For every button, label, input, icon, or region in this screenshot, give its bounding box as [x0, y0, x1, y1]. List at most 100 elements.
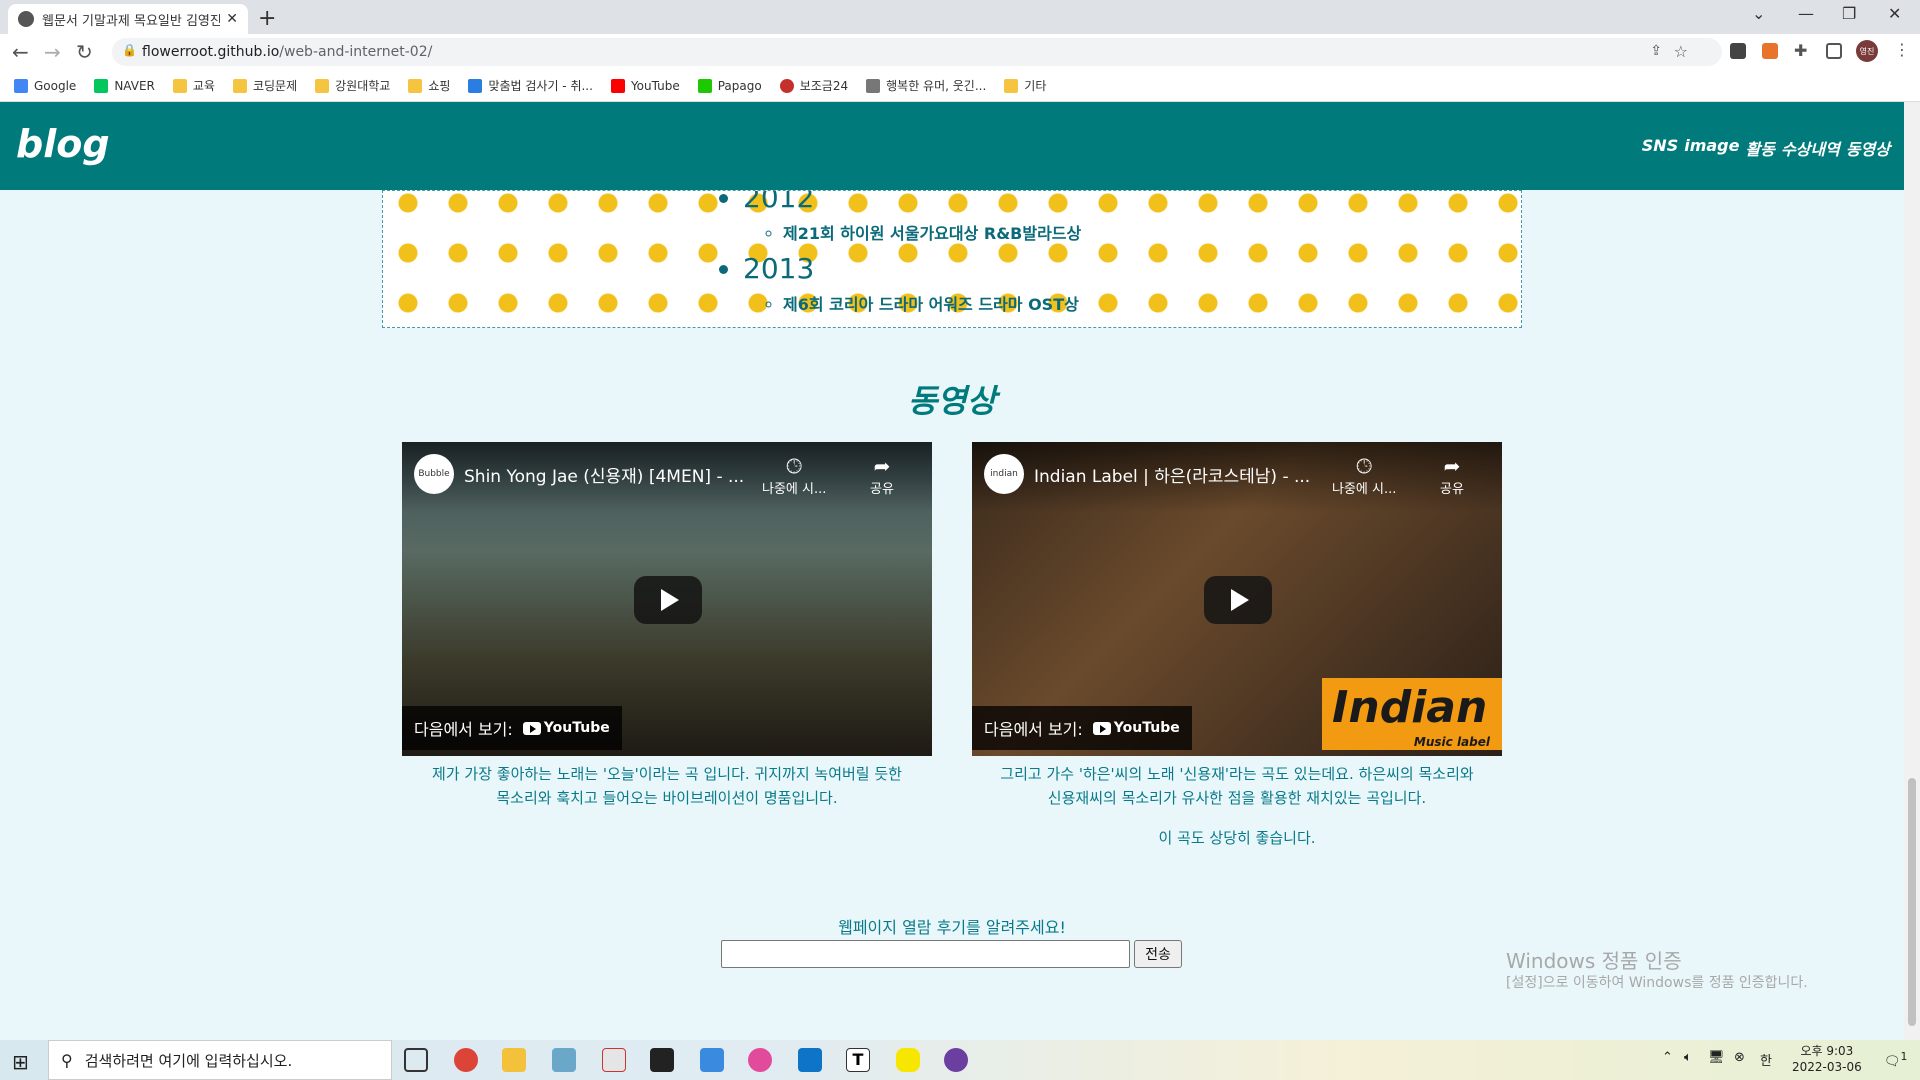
- notepad-icon[interactable]: [552, 1048, 576, 1072]
- purple-app-icon[interactable]: [944, 1048, 968, 1072]
- youtube-play-icon: [522, 721, 541, 735]
- site-logo[interactable]: blog: [16, 122, 110, 166]
- video-title[interactable]: Indian Label | 하은(라코스테남) - ...: [1034, 462, 1310, 487]
- share-button[interactable]: ➦ 공유: [1440, 454, 1464, 497]
- nav-sns[interactable]: SNS: [1642, 136, 1678, 160]
- side-panel-icon[interactable]: [1826, 43, 1842, 59]
- task-view-icon[interactable]: [404, 1048, 428, 1072]
- bookmark-spellcheck[interactable]: 맞춤법 검사기 - 취...: [468, 77, 593, 94]
- bookmark-subsidy[interactable]: 보조금24: [779, 77, 848, 94]
- file-explorer-icon[interactable]: [502, 1048, 526, 1072]
- folder-icon: [408, 78, 423, 93]
- ime-indicator[interactable]: 한: [1760, 1050, 1772, 1069]
- kakaotalk-icon[interactable]: [896, 1048, 920, 1072]
- nav-videos[interactable]: 동영상: [1846, 136, 1890, 160]
- page-scrollbar[interactable]: [1904, 102, 1920, 1040]
- award-year: 2012: [743, 191, 1081, 214]
- nav-image[interactable]: image: [1684, 136, 1739, 160]
- share-icon[interactable]: ⇪: [1650, 43, 1662, 59]
- videos-heading: 동영상: [907, 382, 997, 420]
- papago-icon: [697, 78, 712, 93]
- youtube-play-icon: [1092, 721, 1111, 735]
- tab-search-icon[interactable]: ⌄: [1752, 4, 1765, 23]
- play-icon: [1231, 589, 1249, 611]
- taskbar-search[interactable]: ⚲ 검색하려면 여기에 입력하십시오.: [48, 1040, 392, 1080]
- submit-button[interactable]: 전송: [1134, 940, 1182, 968]
- back-icon[interactable]: ←: [12, 40, 29, 64]
- video-title[interactable]: Shin Yong Jae (신용재) [4MEN] - ...: [464, 462, 744, 487]
- bookmark-youtube[interactable]: YouTube: [610, 78, 680, 93]
- award-item: 제21회 하이원 서울가요대상 R&B발라드상: [783, 220, 1081, 244]
- volume-icon[interactable]: 🔈︎: [1684, 1050, 1692, 1065]
- share-arrow-icon: ➦: [873, 454, 891, 478]
- bookmark-humor[interactable]: 행복한 유머, 웃긴...: [866, 77, 986, 94]
- youtube-logo: YouTube: [1092, 720, 1180, 736]
- windows-start-icon[interactable]: ⊞: [12, 1050, 29, 1074]
- new-tab-icon[interactable]: +: [258, 6, 276, 31]
- video-caption-1: 제가 가장 좋아하는 노래는 '오늘'이라는 곡 입니다. 귀지까지 녹여버릴 …: [432, 765, 902, 807]
- humor-site-icon: [866, 78, 881, 93]
- paint-icon[interactable]: [602, 1048, 626, 1072]
- address-bar[interactable]: 🔒 flowerroot.github.io/web-and-internet-…: [112, 38, 1722, 66]
- bookmark-star-icon[interactable]: ☆: [1674, 42, 1688, 61]
- youtube-logo: YouTube: [522, 720, 610, 736]
- bookmark-kangwon[interactable]: 강원대학교: [315, 77, 390, 94]
- extension-icon[interactable]: [1730, 43, 1746, 59]
- sticky-app-icon[interactable]: [650, 1048, 674, 1072]
- taegeuk-icon: [779, 78, 794, 93]
- watch-on-youtube[interactable]: 다음에서 보기: YouTube: [972, 706, 1192, 750]
- menu-kebab-icon[interactable]: ⋮: [1894, 40, 1910, 59]
- vscode-icon[interactable]: [798, 1048, 822, 1072]
- bookmark-education[interactable]: 교육: [172, 77, 215, 94]
- minimize-icon[interactable]: —: [1798, 4, 1814, 23]
- itunes-icon[interactable]: [748, 1048, 772, 1072]
- watch-later-button[interactable]: 🕒︎ 나중에 시...: [762, 454, 826, 497]
- nav-activity[interactable]: 활동: [1745, 136, 1774, 160]
- watch-on-youtube[interactable]: 다음에서 보기: YouTube: [402, 706, 622, 750]
- play-button[interactable]: [634, 576, 702, 624]
- bookmark-coding[interactable]: 코딩문제: [232, 77, 297, 94]
- bookmark-naver[interactable]: NAVER: [94, 78, 155, 93]
- bookmark-others[interactable]: 기타: [1004, 77, 1046, 94]
- chrome-icon[interactable]: [454, 1048, 478, 1072]
- forward-icon[interactable]: →: [44, 40, 61, 64]
- extension-rx-icon[interactable]: [1762, 43, 1778, 59]
- close-tab-icon[interactable]: ✕: [226, 11, 238, 27]
- video-embed-1[interactable]: Bubble Shin Yong Jae (신용재) [4MEN] - ... …: [402, 442, 932, 756]
- github-favicon-icon: [18, 11, 34, 27]
- play-button[interactable]: [1204, 576, 1272, 624]
- site-header: blog SNS image 활동 수상내역 동영상: [0, 102, 1904, 190]
- bookmark-google[interactable]: Google: [14, 78, 76, 93]
- nav-awards[interactable]: 수상내역: [1781, 136, 1840, 160]
- status-icon[interactable]: ⊗: [1734, 1050, 1745, 1065]
- typora-icon[interactable]: T: [846, 1048, 870, 1072]
- naver-icon: [94, 78, 109, 93]
- site-nav: SNS image 활동 수상내역 동영상: [1642, 136, 1890, 160]
- taskbar-clock[interactable]: 오후 9:03 2022-03-06: [1792, 1043, 1862, 1075]
- browser-tab[interactable]: 웹문서 기말과제 목요일반 김영진 ✕: [8, 4, 248, 34]
- reload-icon[interactable]: ↻: [76, 40, 93, 64]
- bookmark-papago[interactable]: Papago: [697, 78, 762, 93]
- channel-avatar[interactable]: indian: [984, 454, 1024, 494]
- restore-icon[interactable]: ❐: [1842, 4, 1856, 23]
- network-icon[interactable]: 🖥︎: [1708, 1050, 1725, 1065]
- watch-later-button[interactable]: 🕒︎ 나중에 시...: [1332, 454, 1396, 497]
- award-item: 제6회 코리아 드라마 어워즈 드라마 OST상: [783, 291, 1081, 315]
- bookmark-shopping[interactable]: 쇼핑: [408, 77, 450, 94]
- spellcheck-icon: [468, 78, 483, 93]
- share-button[interactable]: ➦ 공유: [870, 454, 894, 497]
- notification-icon[interactable]: 🗨︎1: [1884, 1050, 1907, 1069]
- tray-chevron-icon[interactable]: ⌃: [1662, 1050, 1673, 1065]
- puzzle-extensions-icon[interactable]: ✚: [1794, 41, 1807, 60]
- clock-icon: 🕒︎: [1356, 454, 1373, 478]
- video-embed-2[interactable]: indian Indian Label | 하은(라코스테남) - ... 🕒︎…: [972, 442, 1502, 756]
- profile-avatar[interactable]: 영진: [1856, 40, 1878, 62]
- scrollbar-thumb[interactable]: [1908, 778, 1916, 1026]
- url-text: flowerroot.github.io/web-and-internet-02…: [142, 44, 433, 60]
- channel-avatar[interactable]: Bubble: [414, 454, 454, 494]
- close-window-icon[interactable]: ✕: [1888, 4, 1901, 23]
- video-caption-2: 그리고 가수 '하은'씨의 노래 '신용재'라는 곡도 있는데요. 하은씨의 목…: [1000, 765, 1474, 847]
- indian-label-logo: Indian Music label: [1322, 678, 1502, 750]
- document-app-icon[interactable]: [700, 1048, 724, 1072]
- feedback-input[interactable]: [721, 940, 1130, 968]
